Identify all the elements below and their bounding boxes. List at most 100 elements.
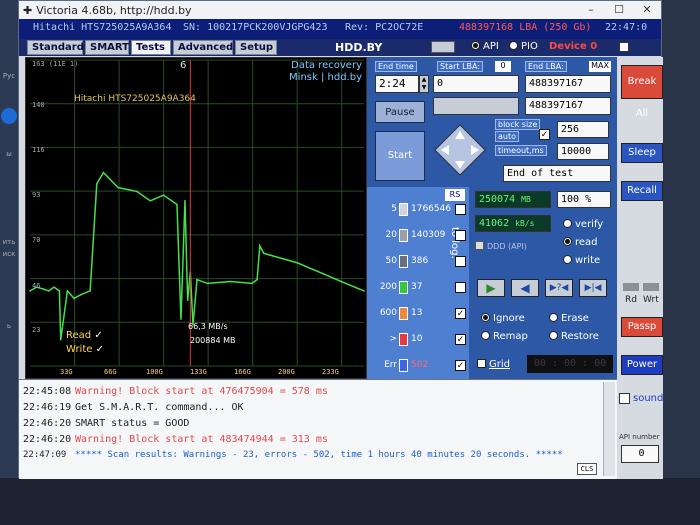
drive-firmware: Rev: PC2OC72E: [345, 22, 424, 33]
app-icon: ✚: [23, 3, 33, 17]
x-axis-label: 66G: [104, 368, 117, 376]
data-point: [66, 290, 69, 292]
x-axis-label: 200G: [278, 368, 295, 376]
x-axis-label: 100G: [146, 368, 163, 376]
stat-row: Err 502 ✓: [384, 359, 466, 372]
timeout-select[interactable]: 10000: [557, 143, 609, 160]
dev-indicator: [431, 41, 455, 53]
time-spinner[interactable]: ▲ ▼: [419, 75, 429, 93]
recall-button[interactable]: Recall: [621, 181, 663, 201]
device-label: Device 0: [549, 41, 598, 52]
current-end-lba-input[interactable]: 488397167: [525, 97, 611, 115]
log-checkbox[interactable]: [455, 256, 466, 267]
read-radio[interactable]: read: [563, 237, 598, 248]
tab-setup[interactable]: Setup: [235, 40, 277, 55]
verify-radio[interactable]: verify: [563, 219, 603, 230]
end-lba-input[interactable]: 488397167: [525, 75, 611, 93]
data-point: [149, 199, 152, 202]
position-display: 250074 MB: [475, 191, 551, 208]
start-lba-input[interactable]: 0: [433, 75, 519, 93]
data-point: [47, 290, 50, 292]
log-checkbox[interactable]: [455, 282, 466, 293]
erase-radio[interactable]: Erase: [549, 313, 589, 324]
write-legend: Write ✓: [66, 344, 104, 355]
stat-row: 200 37: [371, 279, 467, 297]
position-readout: 200884 MB: [190, 336, 236, 345]
end-lba-label: End LBA:: [525, 61, 567, 72]
block-size-select[interactable]: 256: [557, 121, 609, 138]
remap-radio[interactable]: Remap: [481, 331, 528, 342]
control-panel: End time Start LBA: 0 End LBA: MAX 2:24 …: [367, 57, 617, 379]
power-button[interactable]: Power: [621, 355, 663, 375]
log-row: 22:46:20 Warning! Block start at 48347494…: [23, 434, 328, 445]
x-axis-label: 166G: [234, 368, 251, 376]
end-action-select[interactable]: End of test: [503, 165, 611, 182]
play-button[interactable]: ▶: [477, 279, 505, 297]
write-radio[interactable]: write: [563, 255, 600, 266]
sleep-button[interactable]: Sleep: [621, 143, 663, 163]
block-size-label: block size: [495, 119, 541, 130]
log-clear-button[interactable]: CLS: [577, 463, 597, 475]
data-point: [176, 203, 178, 206]
sound-checkbox[interactable]: [619, 393, 630, 404]
log-scrollbar[interactable]: [603, 382, 615, 476]
data-point: [340, 280, 343, 283]
data-point: [184, 199, 186, 202]
ddd-checkbox[interactable]: DDD (API): [475, 241, 527, 251]
passp-button[interactable]: Passp: [621, 317, 663, 337]
rewind-button[interactable]: ◀: [511, 279, 539, 297]
minimize-button[interactable]: –: [577, 1, 605, 19]
log-checkbox[interactable]: [455, 230, 466, 241]
data-point: [73, 297, 75, 300]
stat-row: 20 140309: [371, 227, 467, 245]
desktop-app-icon[interactable]: [1, 108, 17, 124]
direction-pad[interactable]: [433, 123, 487, 177]
tab-smart[interactable]: SMART: [85, 40, 129, 55]
restore-radio[interactable]: Restore: [549, 331, 599, 342]
rd-indicator: [623, 283, 639, 291]
data-point: [206, 282, 209, 285]
pio-radio[interactable]: PIO: [509, 41, 538, 52]
data-point: [186, 299, 189, 302]
tab-tests[interactable]: Tests: [131, 40, 171, 55]
maximize-button[interactable]: ☐: [605, 1, 633, 19]
data-point: [96, 183, 98, 185]
rd-label: Rd: [625, 295, 637, 305]
skip-button[interactable]: ▶?◀: [545, 279, 573, 297]
grid-checkbox[interactable]: Grid: [477, 359, 510, 370]
timer-display: 00 : 00 : 00: [527, 355, 613, 373]
start-button[interactable]: Start: [375, 131, 425, 181]
close-button[interactable]: ✕: [633, 1, 661, 19]
log-checkbox[interactable]: ✓: [455, 308, 466, 319]
api-radio[interactable]: API: [471, 41, 499, 52]
api-number-input[interactable]: 0: [621, 445, 659, 463]
log-row: 22:46:20 SMART status = GOOD: [23, 418, 190, 429]
end-button[interactable]: ▶|◀: [579, 279, 607, 297]
options-checkbox[interactable]: [619, 42, 629, 52]
start-lba-label: Start LBA:: [437, 61, 484, 72]
series-line-read: [29, 171, 365, 340]
data-point: [263, 252, 265, 255]
ignore-radio[interactable]: Ignore: [481, 313, 525, 324]
pause-button[interactable]: Pause: [375, 101, 425, 123]
end-time-input[interactable]: 2:24: [375, 75, 419, 93]
log-checkbox[interactable]: [455, 204, 466, 215]
tab-standard[interactable]: Standard: [27, 40, 84, 55]
tab-advanced[interactable]: Advanced: [173, 40, 233, 55]
end-lba-max-button[interactable]: MAX: [589, 61, 611, 72]
log-checkbox[interactable]: ✓: [455, 334, 466, 345]
sound-label: sound: [633, 393, 664, 404]
auto-checkbox[interactable]: ✓: [539, 129, 550, 140]
y-axis-label: 140: [32, 101, 45, 109]
data-point: [89, 290, 91, 292]
graph-counter: 6: [180, 60, 187, 71]
stat-row: 5 1766546: [371, 201, 467, 219]
log-checkbox[interactable]: ✓: [455, 360, 466, 371]
data-point: [58, 290, 61, 292]
rs-button[interactable]: RS: [445, 189, 465, 201]
speed-graph: 163 (11E 1) 140 116 93 70 46 23 33G 66G …: [25, 57, 367, 379]
data-point: [283, 258, 285, 260]
break-all-button[interactable]: Break All: [621, 65, 663, 119]
start-lba-reset-button[interactable]: 0: [495, 61, 511, 72]
drive-serial: SN: 100217PCK200VJGPG423: [183, 22, 328, 33]
